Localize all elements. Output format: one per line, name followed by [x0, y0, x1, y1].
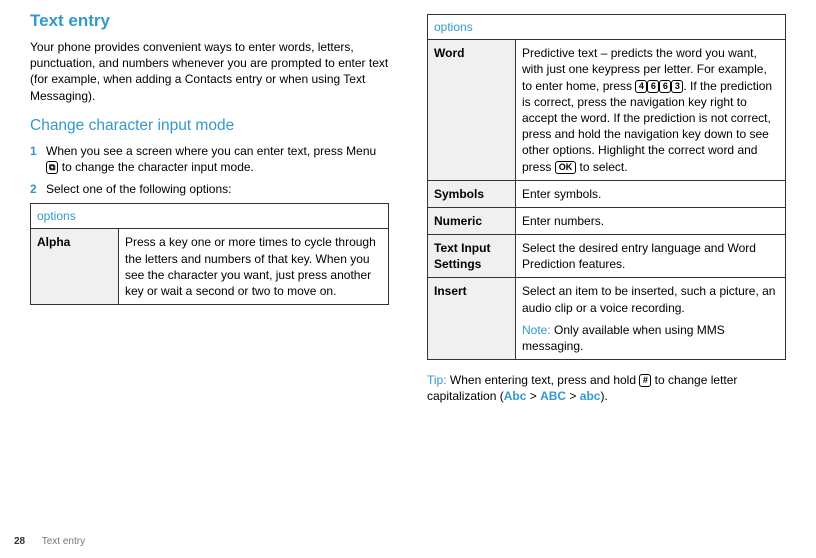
menu-key-icon: ⧉: [46, 161, 58, 174]
tip-text-1: When entering text, press and hold: [447, 373, 640, 387]
page-footer: 28 Text entry: [14, 535, 85, 549]
tip-paragraph: Tip: When entering text, press and hold …: [427, 372, 786, 404]
options-header: options: [31, 204, 389, 229]
key-4-icon: 4: [635, 80, 647, 93]
option-label: Word: [428, 40, 516, 181]
note-text: Only available when using MMS messaging.: [522, 323, 725, 353]
cap-abc: Abc: [504, 389, 527, 403]
key-3-icon: 3: [671, 80, 683, 93]
hash-key-icon: #: [639, 374, 651, 387]
step-text-after: to change the character input mode.: [58, 160, 253, 174]
right-column: options Word Predictive text – predicts …: [427, 10, 786, 405]
step-text: Select one of the following options:: [46, 182, 231, 196]
step-2: 2 Select one of the following options:: [30, 181, 389, 197]
option-label: Text Input Settings: [428, 235, 516, 278]
step-1: 1 When you see a screen where you can en…: [30, 143, 389, 175]
word-desc-3: to select.: [576, 160, 627, 174]
cap-abc-lower: abc: [580, 389, 601, 403]
step-number: 2: [30, 181, 46, 197]
options-table-left: options Alpha Press a key one or more ti…: [30, 203, 389, 305]
options-table-right: options Word Predictive text – predicts …: [427, 14, 786, 360]
step-body: Select one of the following options:: [46, 181, 389, 197]
table-row: Alpha Press a key one or more times to c…: [31, 229, 389, 305]
insert-desc: Select an item to be inserted, such a pi…: [522, 283, 779, 315]
options-header: options: [428, 15, 786, 40]
note-label: Note:: [522, 323, 551, 337]
step-body: When you see a screen where you can ente…: [46, 143, 389, 175]
key-6-icon: 6: [647, 80, 659, 93]
page-number: 28: [14, 536, 25, 547]
ok-key-icon: OK: [555, 161, 577, 174]
left-column: Text entry Your phone provides convenien…: [30, 10, 389, 405]
option-label: Numeric: [428, 207, 516, 234]
option-label: Insert: [428, 278, 516, 360]
step-number: 1: [30, 143, 46, 175]
option-desc: Press a key one or more times to cycle t…: [119, 229, 389, 305]
subhead: Change character input mode: [30, 116, 389, 137]
option-label: Alpha: [31, 229, 119, 305]
table-row: Numeric Enter numbers.: [428, 207, 786, 234]
option-label: Symbols: [428, 180, 516, 207]
tip-text-3: ).: [600, 389, 607, 403]
option-desc: Select the desired entry language and Wo…: [516, 235, 786, 278]
table-row: Word Predictive text – predicts the word…: [428, 40, 786, 181]
option-desc: Select an item to be inserted, such a pi…: [516, 278, 786, 360]
option-desc: Enter numbers.: [516, 207, 786, 234]
key-6-icon: 6: [659, 80, 671, 93]
cap-abc-upper: ABC: [540, 389, 566, 403]
page-section: Text entry: [42, 536, 85, 547]
option-desc: Predictive text – predicts the word you …: [516, 40, 786, 181]
gt1: >: [526, 389, 540, 403]
option-desc: Enter symbols.: [516, 180, 786, 207]
table-row: Text Input Settings Select the desired e…: [428, 235, 786, 278]
insert-note: Note: Only available when using MMS mess…: [522, 322, 779, 354]
intro-text: Your phone provides convenient ways to e…: [30, 39, 389, 104]
tip-label: Tip:: [427, 373, 447, 387]
gt2: >: [566, 389, 580, 403]
step-text: When you see a screen where you can ente…: [46, 144, 376, 158]
page-title: Text entry: [30, 10, 389, 33]
table-row: Insert Select an item to be inserted, su…: [428, 278, 786, 360]
page-spread: Text entry Your phone provides convenien…: [0, 0, 816, 405]
table-row: Symbols Enter symbols.: [428, 180, 786, 207]
